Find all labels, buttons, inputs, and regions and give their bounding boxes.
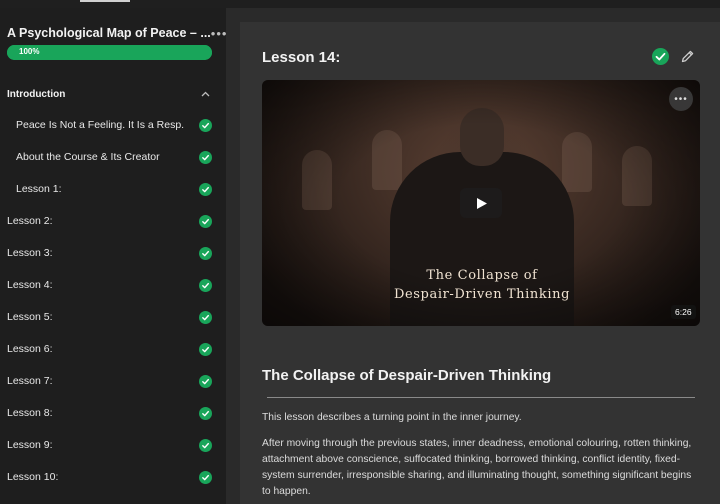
play-button[interactable] <box>460 188 502 218</box>
sidebar-lesson-item[interactable]: Lesson 5: <box>0 301 226 333</box>
video-title-line1: The Collapse of <box>426 268 538 283</box>
chevron-up-icon[interactable] <box>201 89 210 99</box>
lesson-paragraph: This lesson describes a turning point in… <box>262 412 522 423</box>
lesson-label: Lesson 4: <box>7 279 53 291</box>
lesson-label: Lesson 8: <box>7 407 53 419</box>
course-title-row: A Psychological Map of Peace – ... ••• <box>7 24 226 42</box>
lesson-main-panel: Lesson 14: The Collapse of Despair-Drive… <box>240 22 720 504</box>
sidebar-lesson-item[interactable]: Lesson 3: <box>0 237 226 269</box>
lesson-label: Lesson 9: <box>7 439 53 451</box>
sidebar-lesson-item[interactable]: Peace Is Not a Feeling. It Is a Resp... <box>0 109 226 141</box>
check-circle-icon <box>199 470 212 484</box>
check-circle-icon <box>199 438 212 452</box>
pencil-icon[interactable] <box>680 49 695 64</box>
check-circle-icon <box>199 278 212 292</box>
sidebar-lesson-item[interactable]: Lesson 10: <box>0 461 226 493</box>
check-circle-icon <box>199 374 212 388</box>
lesson-paragraph: After moving through the previous states… <box>262 438 692 497</box>
check-circle-icon <box>199 406 212 420</box>
check-circle-icon <box>199 246 212 260</box>
check-circle-icon <box>199 182 212 196</box>
course-sidebar: A Psychological Map of Peace – ... ••• 1… <box>0 8 226 504</box>
video-title-overlay: The Collapse of Despair-Driven Thinking <box>362 266 602 304</box>
lesson-label: Lesson 3: <box>7 247 53 259</box>
more-options-icon[interactable]: ••• <box>211 26 226 41</box>
video-duration: 6:26 <box>671 305 696 319</box>
progress-label: 100% <box>19 47 40 56</box>
top-bar <box>0 0 720 8</box>
lesson-label: Lesson 7: <box>7 375 53 387</box>
sidebar-lesson-item[interactable]: About the Course & Its Creator <box>0 141 226 173</box>
sidebar-lesson-item[interactable]: Lesson 7: <box>0 365 226 397</box>
completed-check-icon[interactable] <box>652 48 669 65</box>
content-title: The Collapse of Despair-Driven Thinking <box>262 367 552 384</box>
lesson-label: Lesson 2: <box>7 215 53 227</box>
lesson-label: Lesson 10: <box>7 471 59 483</box>
check-circle-icon <box>199 310 212 324</box>
lesson-label: About the Course & Its Creator <box>16 151 160 163</box>
sidebar-lesson-item[interactable]: Lesson 2: <box>0 205 226 237</box>
course-title: A Psychological Map of Peace – ... <box>7 26 211 40</box>
lesson-heading: Lesson 14: <box>262 49 341 66</box>
lesson-label: Lesson 6: <box>7 343 53 355</box>
content-divider <box>267 397 695 398</box>
video-player[interactable]: The Collapse of Despair-Driven Thinking … <box>262 80 700 326</box>
section-label: Introduction <box>7 88 66 100</box>
sidebar-lesson-item[interactable]: Lesson 4: <box>0 269 226 301</box>
course-progress-bar: 100% <box>7 45 212 60</box>
section-header-introduction[interactable]: Introduction <box>7 86 213 102</box>
check-circle-icon <box>199 214 212 228</box>
video-title-line2: Despair-Driven Thinking <box>393 287 571 302</box>
check-circle-icon <box>199 342 212 356</box>
check-circle-icon <box>199 150 212 164</box>
video-menu-button[interactable]: ••• <box>669 87 693 111</box>
check-circle-icon <box>199 118 212 132</box>
lesson-label: Lesson 1: <box>16 183 62 195</box>
sidebar-lesson-item[interactable]: Lesson 9: <box>0 429 226 461</box>
lesson-list: Peace Is Not a Feeling. It Is a Resp... A… <box>0 109 226 493</box>
sidebar-lesson-item[interactable]: Lesson 6: <box>0 333 226 365</box>
play-icon <box>476 197 487 209</box>
lesson-label: Peace Is Not a Feeling. It Is a Resp... <box>16 119 184 131</box>
lesson-label: Lesson 5: <box>7 311 53 323</box>
sidebar-lesson-item[interactable]: Lesson 1: <box>0 173 226 205</box>
sidebar-lesson-item[interactable]: Lesson 8: <box>0 397 226 429</box>
active-tab-indicator <box>80 0 130 2</box>
